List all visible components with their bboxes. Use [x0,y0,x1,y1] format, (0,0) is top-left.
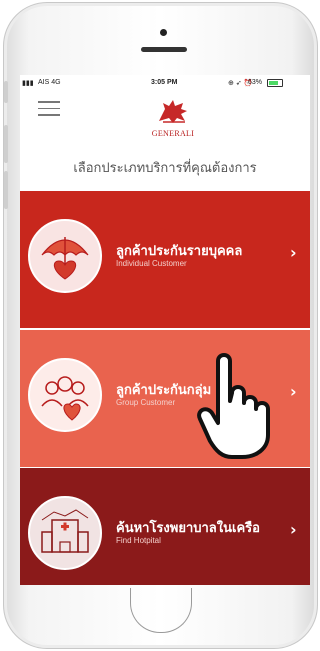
battery-percent: 63% [248,79,263,86]
hamburger-menu-icon[interactable] [38,101,60,117]
menu-item-find-hospital[interactable]: ค้นหาโรงพยาบาลในเครือ Find Hotpital › [20,468,310,585]
lion-icon [159,100,187,123]
chevron-right-icon: › [290,520,297,539]
home-button[interactable] [130,588,192,633]
mute-switch [4,81,8,103]
carrier-label: AIS 4G [38,79,61,86]
volume-down-button [4,171,8,209]
group-heart-icon [28,358,102,432]
menu-item-title: ค้นหาโรงพยาบาลในเครือ [116,520,260,535]
front-camera [160,29,167,36]
volume-up-button [4,125,8,163]
clock: 3:05 PM [151,79,178,86]
app-screen: ▮▮▮ AIS 4G 3:05 PM ⊕ ➶ ⏰ 63% GENERALI เล… [20,75,310,585]
signal-icon: ▮▮▮ [22,80,34,87]
earpiece-speaker [141,47,187,52]
generali-logo: GENERALI [142,97,204,141]
battery-icon [267,79,283,87]
umbrella-heart-icon [28,219,102,293]
hospital-icon [28,496,102,570]
menu-item-title: ลูกค้าประกันรายบุคคล [116,243,243,258]
chevron-right-icon: › [290,243,297,262]
status-bar: ▮▮▮ AIS 4G 3:05 PM ⊕ ➶ ⏰ 63% [20,75,310,91]
menu-item-subtitle: Find Hotpital [116,536,161,545]
logo-wordmark: GENERALI [151,129,195,138]
tap-hand-icon [197,353,270,459]
menu-item-subtitle: Group Customer [116,398,176,407]
phone-frame: ▮▮▮ AIS 4G 3:05 PM ⊕ ➶ ⏰ 63% GENERALI เล… [3,2,318,649]
menu-item-individual-customer[interactable]: ลูกค้าประกันรายบุคคล Individual Customer… [20,191,310,328]
page-prompt: เลือกประเภทบริการที่คุณต้องการ [73,160,257,175]
menu-item-subtitle: Individual Customer [116,259,187,268]
